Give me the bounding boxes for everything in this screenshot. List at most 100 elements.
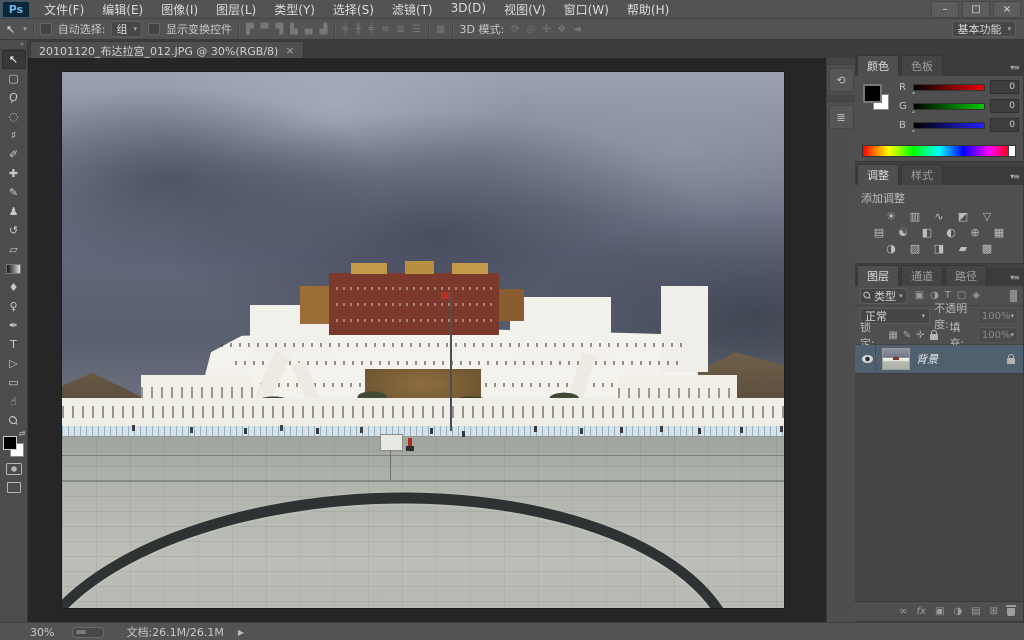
quick-mask-button[interactable] [2,459,26,478]
red-value[interactable]: 0 [990,80,1019,94]
tool-dodge[interactable]: ♀ [2,297,26,316]
color-lookup-icon[interactable]: ▦ [992,226,1007,239]
history-panel-button[interactable]: ⟲ [829,68,854,92]
show-transform-checkbox[interactable] [148,23,160,35]
align-bottom-edges-icon[interactable]: ▟ [318,24,328,35]
black-white-icon[interactable]: ◧ [920,226,935,239]
exposure-icon[interactable]: ◩ [956,210,971,223]
tool-brush[interactable]: ✎ [2,183,26,202]
tab-color[interactable]: 颜色 [857,55,899,76]
screen-mode-button[interactable] [2,478,26,497]
tool-rectangular-marquee[interactable]: ▢ [2,69,26,88]
zoom-level-field[interactable]: 30% [30,626,54,639]
auto-select-checkbox[interactable] [40,23,52,35]
tab-close-icon[interactable]: × [285,44,294,57]
slider-thumb-icon[interactable]: ▴ [912,89,915,96]
add-mask-icon[interactable]: ▣ [935,606,944,617]
color-spectrum-ramp[interactable] [862,145,1016,157]
panel-menu-icon[interactable]: ▾≡ [1010,63,1019,72]
red-slider[interactable]: ▴ [913,84,985,91]
dock-group-handle[interactable] [827,58,855,65]
tool-shape[interactable]: ▭ [2,373,26,392]
distribute-right-icon[interactable]: ☰ [411,24,422,35]
tool-spot-healing[interactable]: ✚ [2,164,26,183]
delete-layer-icon[interactable] [1007,608,1015,616]
new-layer-icon[interactable]: ⊞ [990,606,998,617]
tool-zoom[interactable]: Ϙ [2,411,26,430]
menu-image[interactable]: 图像(I) [153,0,206,19]
slider-thumb-icon[interactable]: ▴ [912,108,915,115]
hue-saturation-icon[interactable]: ▤ [872,226,887,239]
new-group-icon[interactable]: ▤ [971,606,980,617]
background-layer-row[interactable]: 背景 [855,345,1023,374]
levels-icon[interactable]: ▥ [908,210,923,223]
tool-history-brush[interactable]: ↺ [2,221,26,240]
invert-icon[interactable]: ◑ [884,242,899,255]
visibility-cell[interactable] [859,345,876,373]
align-left-edges-icon[interactable]: ▛ [245,24,255,35]
green-value[interactable]: 0 [990,99,1019,113]
opacity-field[interactable]: 100% ▾ [978,308,1018,324]
document-image[interactable] [62,72,784,608]
slider-thumb-icon[interactable]: ▴ [912,127,915,134]
tool-pen[interactable]: ✒ [2,316,26,335]
tool-lasso[interactable]: Ϙ [2,88,26,107]
menu-window[interactable]: 窗口(W) [556,0,617,19]
brightness-contrast-icon[interactable]: ☀ [884,210,899,223]
tool-type[interactable]: T [2,335,26,354]
new-adjustment-layer-icon[interactable]: ◑ [953,606,962,617]
green-slider[interactable]: ▴ [913,103,985,110]
3d-scale-icon[interactable]: ◄ [572,24,582,35]
link-layers-icon[interactable]: ∞ [899,606,907,617]
layer-style-icon[interactable]: fx [917,606,926,617]
filter-pixel-layers-icon[interactable]: ▣ [915,290,924,301]
tool-preset-arrow-icon[interactable]: ▾ [23,25,27,33]
tool-blur[interactable]: ♦ [2,278,26,297]
tool-move[interactable]: ↖ [2,50,26,69]
panel-foreground-swatch[interactable] [863,84,882,103]
canvas-area[interactable] [28,58,826,622]
tool-quick-selection[interactable]: ◌ [2,107,26,126]
3d-slide-icon[interactable]: ✥ [557,24,567,35]
auto-select-dropdown[interactable]: 组 ▾ [111,21,142,37]
tool-hand[interactable]: ☝ [2,392,26,411]
panel-menu-icon[interactable]: ▾≡ [1010,172,1019,181]
toolbar-collapse-handle[interactable]: » [0,40,27,50]
menu-edit[interactable]: 编辑(E) [94,0,151,19]
auto-align-layers-icon[interactable]: ▦ [435,24,446,35]
tool-gradient[interactable] [2,259,26,278]
channel-mixer-icon[interactable]: ⊕ [968,226,983,239]
lock-transparency-icon[interactable]: ▦ [888,330,897,341]
tool-clone-stamp[interactable]: ♟ [2,202,26,221]
tab-adjustments[interactable]: 调整 [857,164,899,185]
tool-crop[interactable]: ♯ [2,126,26,145]
distribute-vertical-icon[interactable]: ╫ [354,24,362,35]
filter-kind-dropdown[interactable]: Ϙ 类型 ▾ [860,288,907,304]
dock-group-handle[interactable] [827,95,855,102]
swap-colors-icon[interactable]: ⇄ [19,429,26,438]
tab-layers[interactable]: 图层 [857,265,899,286]
workspace-switcher[interactable]: 基本功能 ▾ [952,21,1016,37]
3d-drag-icon[interactable]: ✛ [541,24,551,35]
distribute-left-icon[interactable]: ≡ [380,24,390,35]
panel-menu-icon[interactable]: ▾≡ [1010,273,1019,282]
vibrance-icon[interactable]: ▽ [980,210,995,223]
align-top-edges-icon[interactable]: ▙ [289,24,299,35]
photo-filter-icon[interactable]: ◐ [944,226,959,239]
align-horizontal-centers-icon[interactable]: ▀ [260,24,270,35]
tab-paths[interactable]: 路径 [945,265,987,286]
selective-color-icon[interactable]: ▩ [980,242,995,255]
lock-all-icon[interactable] [930,334,938,340]
align-vertical-centers-icon[interactable]: ▄ [304,24,314,35]
distribute-top-icon[interactable]: ╪ [341,24,349,35]
document-size-info[interactable]: 文档:26.1M/26.1M [126,624,223,640]
foreground-color-swatch[interactable] [3,436,17,450]
blue-slider[interactable]: ▴ [913,122,985,129]
fill-field[interactable]: 100% ▾ [978,327,1018,343]
menu-select[interactable]: 选择(S) [325,0,382,19]
menu-help[interactable]: 帮助(H) [619,0,677,19]
close-button[interactable]: × [993,1,1021,18]
tab-swatches[interactable]: 色板 [901,55,943,76]
menu-view[interactable]: 视图(V) [496,0,554,19]
gradient-map-icon[interactable]: ▰ [956,242,971,255]
